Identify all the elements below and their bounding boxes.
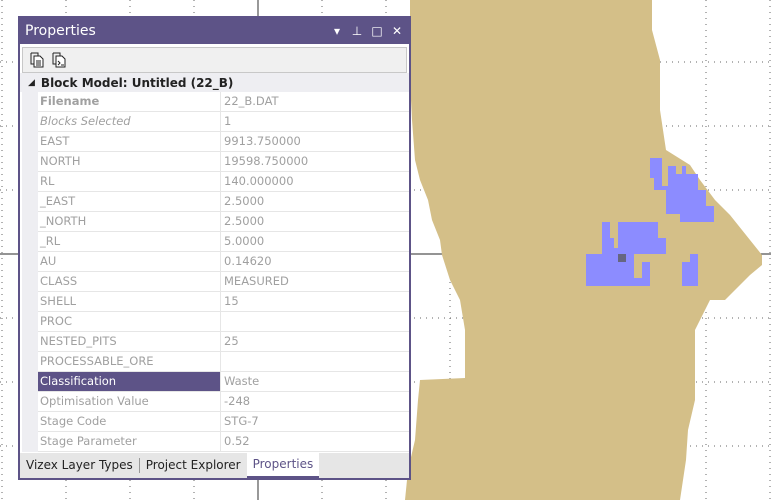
ore-body-section bbox=[405, 0, 762, 500]
property-key: Stage Code bbox=[38, 412, 221, 431]
property-row[interactable]: _EAST 2.5000 bbox=[38, 192, 409, 212]
pin-icon[interactable]: ⊥ bbox=[349, 24, 365, 38]
property-row[interactable]: Optimisation Value -248 bbox=[38, 392, 409, 412]
property-value[interactable]: 15 bbox=[221, 292, 409, 311]
property-row[interactable]: SHELL 15 bbox=[38, 292, 409, 312]
property-value[interactable]: 0.14620 bbox=[221, 252, 409, 271]
section-title: Block Model: Untitled (22_B) bbox=[40, 75, 234, 90]
property-grid: Filename 22_B.DAT Blocks Selected 1 EAST 9913… bbox=[22, 92, 409, 452]
property-value[interactable]: 25 bbox=[221, 332, 409, 351]
property-value[interactable]: 9913.750000 bbox=[221, 132, 409, 151]
property-key: NORTH bbox=[38, 152, 221, 171]
property-value[interactable]: 140.000000 bbox=[221, 172, 409, 191]
copy-script-icon[interactable] bbox=[51, 52, 67, 68]
property-key: RL bbox=[38, 172, 221, 191]
property-key: _EAST bbox=[38, 192, 221, 211]
property-row[interactable]: CLASS MEASURED bbox=[38, 272, 409, 292]
property-key: Optimisation Value bbox=[38, 392, 221, 411]
property-row[interactable]: NESTED_PITS 25 bbox=[38, 332, 409, 352]
property-key: _NORTH bbox=[38, 212, 221, 231]
properties-panel: Properties ▾ ⊥ □ ✕ ◢ Block Model: Untitl… bbox=[18, 16, 411, 480]
tab-properties[interactable]: Properties bbox=[246, 453, 320, 478]
property-row[interactable]: PROC bbox=[38, 312, 409, 332]
property-row[interactable]: Stage Code STG-7 bbox=[38, 412, 409, 432]
property-value[interactable]: 5.0000 bbox=[221, 232, 409, 251]
property-value[interactable]: 1 bbox=[221, 112, 409, 131]
property-key: PROC bbox=[38, 312, 221, 331]
property-row[interactable]: NORTH 19598.750000 bbox=[38, 152, 409, 172]
property-key: Classification bbox=[38, 372, 221, 391]
property-value[interactable] bbox=[221, 312, 409, 331]
property-row[interactable]: Classification Waste bbox=[38, 372, 409, 392]
property-row[interactable]: EAST 9913.750000 bbox=[38, 132, 409, 152]
property-value[interactable]: MEASURED bbox=[221, 272, 409, 291]
property-key: SHELL bbox=[38, 292, 221, 311]
property-value[interactable]: 22_B.DAT bbox=[221, 92, 409, 111]
property-value[interactable]: 2.5000 bbox=[221, 212, 409, 231]
maximize-icon[interactable]: □ bbox=[369, 24, 385, 38]
property-row[interactable]: RL 140.000000 bbox=[38, 172, 409, 192]
property-key: EAST bbox=[38, 132, 221, 151]
property-value[interactable] bbox=[221, 352, 409, 371]
property-row[interactable]: Blocks Selected 1 bbox=[38, 112, 409, 132]
property-key: AU bbox=[38, 252, 221, 271]
copy-icon[interactable] bbox=[29, 52, 45, 68]
property-key: _RL bbox=[38, 232, 221, 251]
property-row[interactable]: Filename 22_B.DAT bbox=[38, 92, 409, 112]
collapse-triangle-icon[interactable]: ◢ bbox=[28, 78, 35, 88]
property-key: Blocks Selected bbox=[38, 112, 221, 131]
property-row[interactable]: AU 0.14620 bbox=[38, 252, 409, 272]
property-value[interactable]: Waste bbox=[221, 372, 409, 391]
panel-tabs: Vizex Layer Types Project Explorer Propert… bbox=[20, 453, 409, 478]
property-key: Filename bbox=[38, 92, 221, 111]
property-row[interactable]: _NORTH 2.5000 bbox=[38, 212, 409, 232]
close-icon[interactable]: ✕ bbox=[389, 24, 405, 38]
section-header[interactable]: ◢ Block Model: Untitled (22_B) bbox=[20, 73, 409, 92]
property-row[interactable]: _RL 5.0000 bbox=[38, 232, 409, 252]
panel-toolbar bbox=[22, 47, 407, 73]
panel-titlebar[interactable]: Properties ▾ ⊥ □ ✕ bbox=[20, 18, 409, 44]
property-key: CLASS bbox=[38, 272, 221, 291]
property-value[interactable]: 0.52 bbox=[221, 432, 409, 451]
property-value[interactable]: 19598.750000 bbox=[221, 152, 409, 171]
property-value[interactable]: -248 bbox=[221, 392, 409, 411]
property-row[interactable]: Stage Parameter 0.52 bbox=[38, 432, 409, 452]
property-key: NESTED_PITS bbox=[38, 332, 221, 351]
property-key: Stage Parameter bbox=[38, 432, 221, 451]
dropdown-icon[interactable]: ▾ bbox=[329, 24, 345, 38]
property-value[interactable]: 2.5000 bbox=[221, 192, 409, 211]
panel-title: Properties bbox=[25, 23, 96, 39]
property-key: PROCESSABLE_ORE bbox=[38, 352, 221, 371]
property-row[interactable]: PROCESSABLE_ORE bbox=[38, 352, 409, 372]
property-value[interactable]: STG-7 bbox=[221, 412, 409, 431]
tab-project-explorer[interactable]: Project Explorer bbox=[140, 453, 247, 478]
tab-vizex-layer-types[interactable]: Vizex Layer Types bbox=[20, 453, 139, 478]
